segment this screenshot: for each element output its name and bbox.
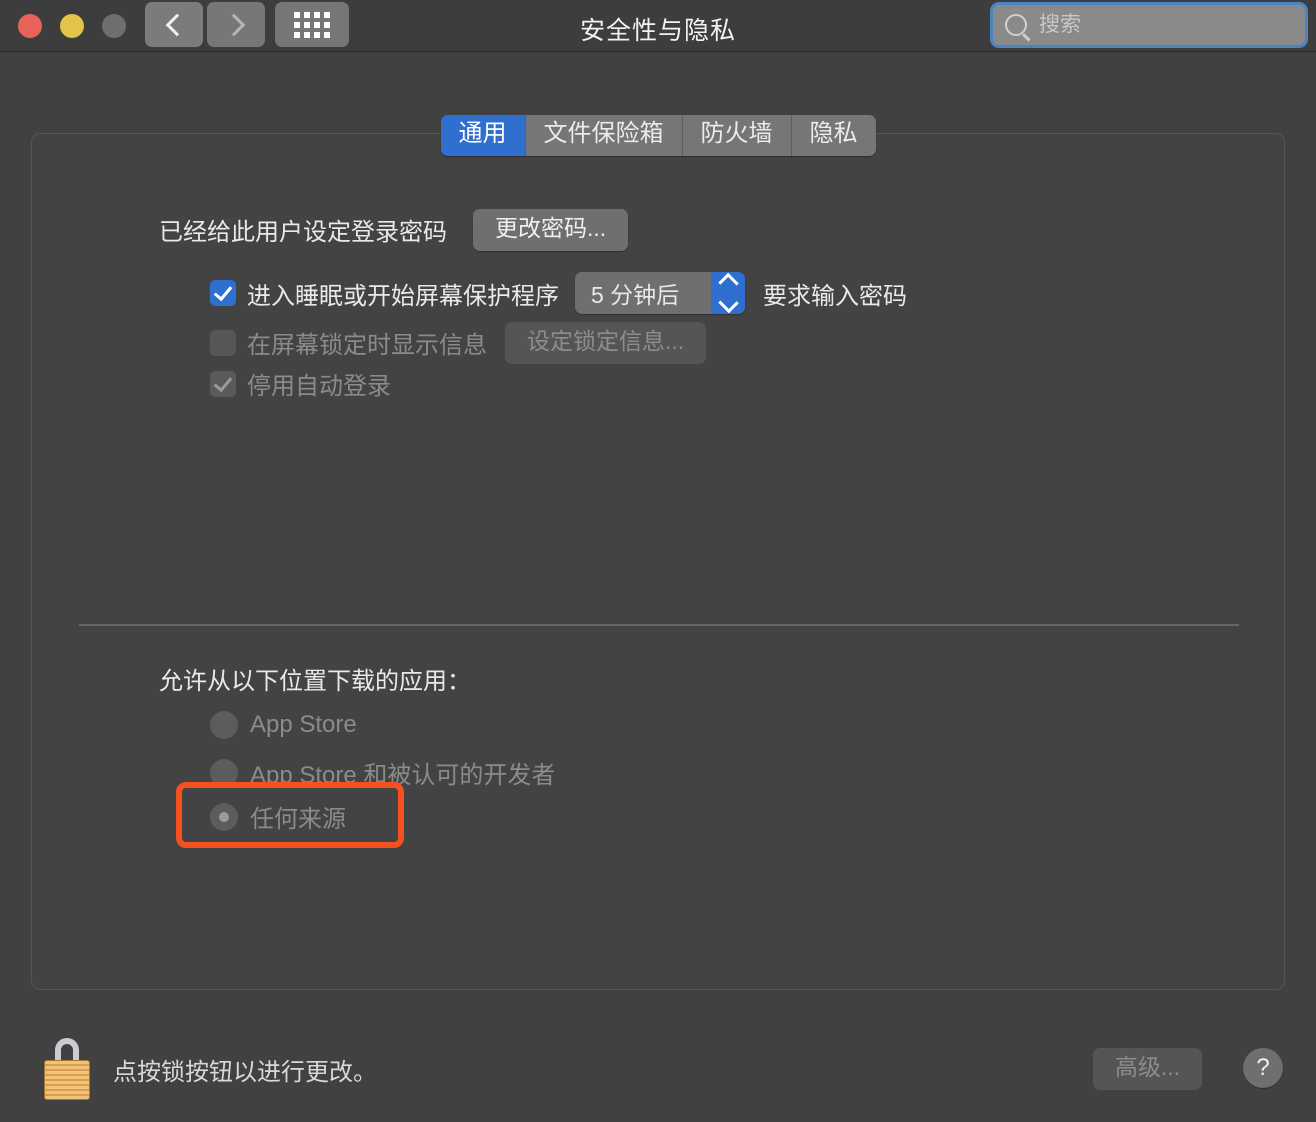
screen-lock-message-checkbox <box>210 329 236 356</box>
password-status-label: 已经给此用户设定登录密码 <box>159 219 447 247</box>
lock-closed-icon[interactable] <box>44 1038 90 1100</box>
search-field[interactable] <box>990 2 1308 48</box>
download-source-option-appstore-identified: App Store 和被认可的开发者 <box>210 755 555 790</box>
disable-auto-login-label: 停用自动登录 <box>247 373 391 400</box>
password-status-row: 已经给此用户设定登录密码 更改密码... <box>159 209 629 251</box>
radio-app-store-identified-developers <box>210 758 238 787</box>
general-settings-panel: 已经给此用户设定登录密码 更改密码... 进入睡眠或开始屏幕保护程序 5 分钟后… <box>31 133 1285 990</box>
require-password-label: 进入睡眠或开始屏幕保护程序 <box>247 282 559 310</box>
radio-anywhere <box>210 802 238 831</box>
delay-value: 5 分钟后 <box>575 272 711 314</box>
help-button[interactable]: ? <box>1243 1048 1283 1088</box>
radio-app-store-identified-developers-label: App Store 和被认可的开发者 <box>250 762 556 789</box>
lock-hint-text: 点按锁按钮以进行更改。 <box>113 1059 377 1086</box>
radio-app-store <box>210 711 238 739</box>
tab-filevault[interactable]: 文件保险箱 <box>525 115 683 156</box>
chevron-up-icon[interactable] <box>717 272 739 294</box>
download-sources-heading: 允许从以下位置下载的应用： <box>159 668 471 695</box>
change-password-button[interactable]: 更改密码... <box>473 209 629 251</box>
download-sources-heading-row: 允许从以下位置下载的应用： <box>159 661 471 696</box>
tab-privacy[interactable]: 隐私 <box>791 115 876 156</box>
tab-bar: 通用 文件保险箱 防火墙 隐私 <box>0 115 1316 156</box>
window-toolbar: 安全性与隐私 <box>0 0 1316 52</box>
lock-body <box>44 1060 90 1100</box>
radio-app-store-label: App Store <box>250 711 357 738</box>
require-password-suffix-label: 要求输入密码 <box>763 282 907 310</box>
download-source-option-anywhere: 任何来源 <box>210 799 346 834</box>
tab-firewall[interactable]: 防火墙 <box>682 115 792 156</box>
stepper-arrows[interactable] <box>711 272 745 314</box>
section-divider <box>79 624 1239 626</box>
download-source-option-appstore: App Store <box>210 711 357 739</box>
screen-lock-message-label: 在屏幕锁定时显示信息 <box>247 332 487 360</box>
screen-lock-message-row: 在屏幕锁定时显示信息 设定锁定信息... <box>210 322 707 364</box>
disable-auto-login-row: 停用自动登录 <box>210 366 391 401</box>
set-lock-message-button: 设定锁定信息... <box>505 322 707 364</box>
require-password-delay-stepper[interactable]: 5 分钟后 <box>575 272 745 314</box>
advanced-button: 高级... <box>1092 1048 1202 1090</box>
chevron-down-icon[interactable] <box>717 292 739 314</box>
search-input[interactable] <box>1037 12 1291 38</box>
tab-general[interactable]: 通用 <box>440 115 526 156</box>
require-password-row: 进入睡眠或开始屏幕保护程序 5 分钟后 要求输入密码 <box>210 272 907 314</box>
search-icon <box>1005 14 1027 36</box>
require-password-checkbox[interactable] <box>210 280 236 306</box>
radio-anywhere-label: 任何来源 <box>250 806 346 833</box>
disable-auto-login-checkbox <box>210 370 236 397</box>
